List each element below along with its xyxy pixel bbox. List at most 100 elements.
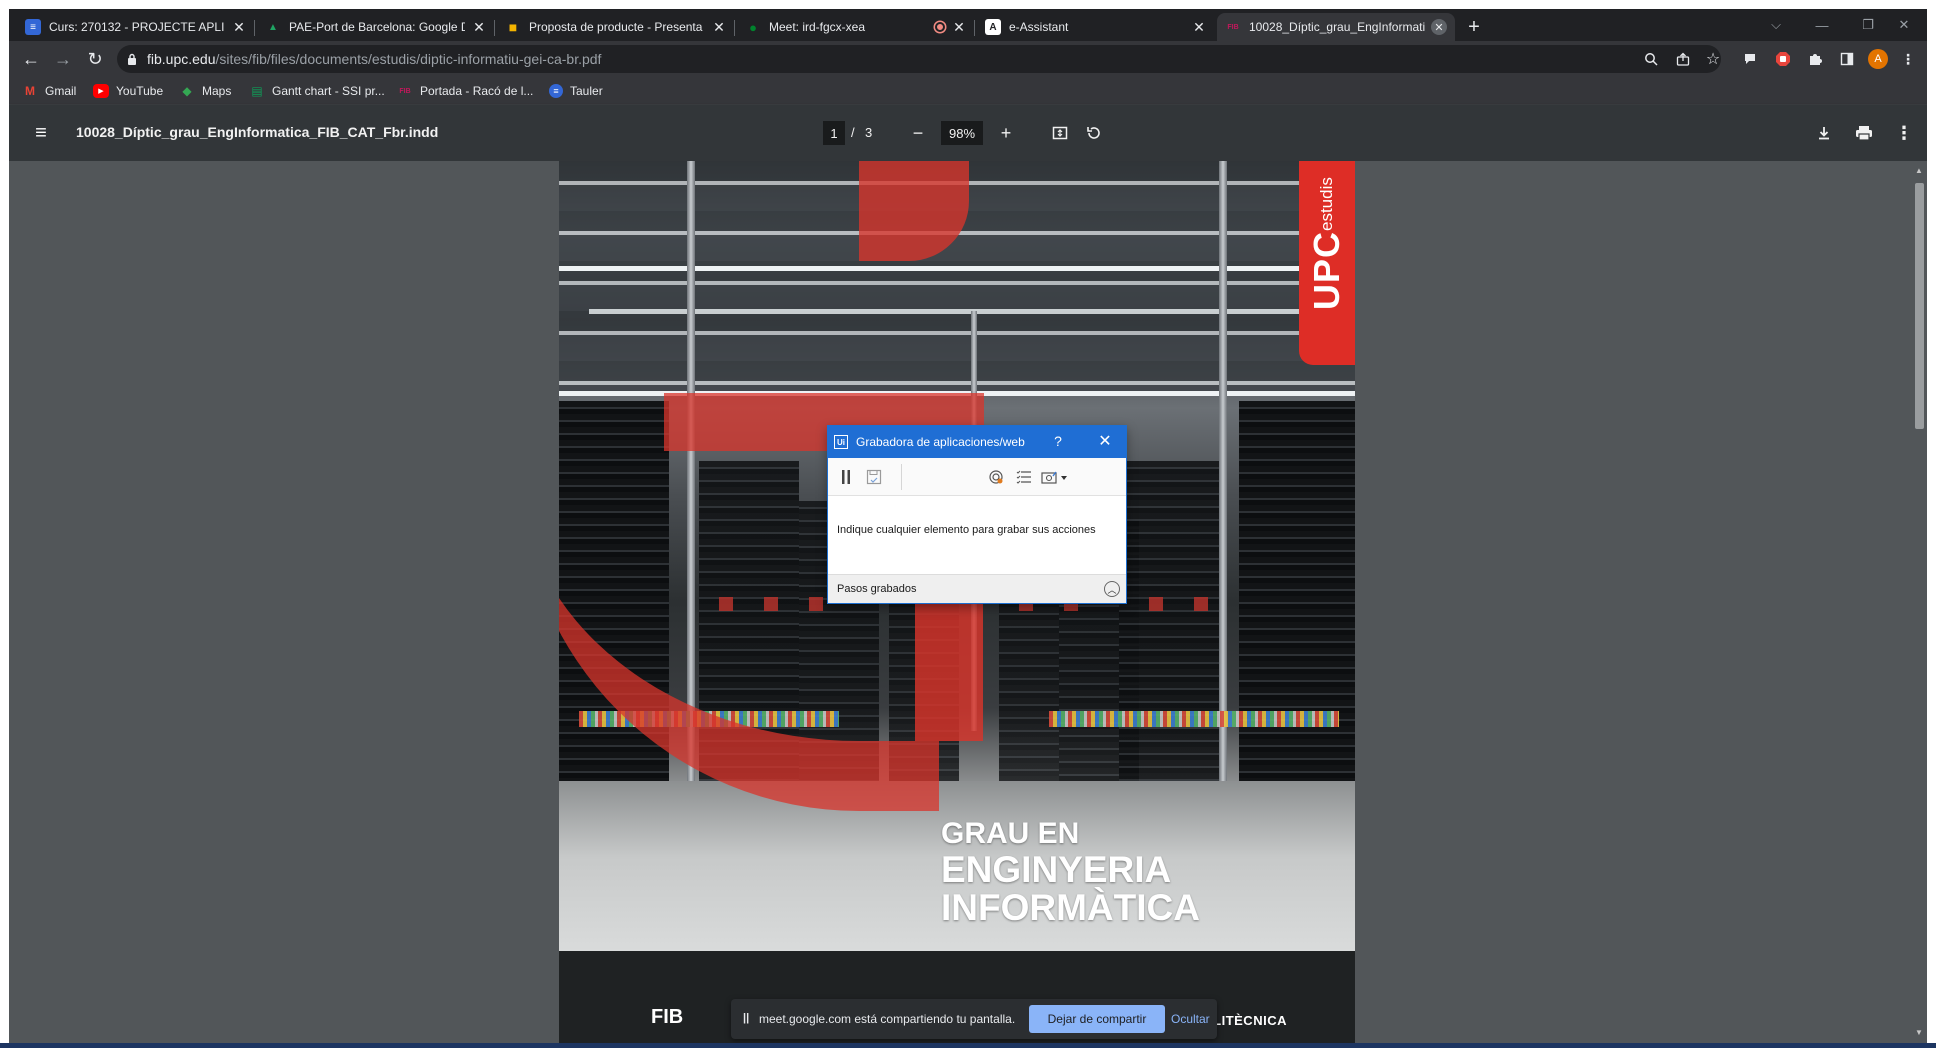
bookmarks-bar: M Gmail ▶ YouTube ◆ Maps ▤ Gantt chart -… [9,77,1927,105]
scroll-up-arrow-icon[interactable]: ▲ [1914,165,1924,175]
tab-search-button[interactable]: ⌵ [1753,9,1799,41]
tab-curs[interactable]: ≡ Curs: 270132 - PROJECTE APLICA ✕ [17,13,255,41]
cover-title-line3: INFORMÀTICA [941,887,1200,928]
close-tab-icon[interactable]: ✕ [471,19,487,35]
page-total: 3 [865,125,873,140]
screenshot-dropdown-icon[interactable] [1040,468,1070,486]
more-options-icon[interactable]: ⋮ [1892,121,1916,145]
tab-e-assistant[interactable]: A e-Assistant ✕ [977,13,1215,41]
scroll-down-arrow-icon[interactable]: ▼ [1914,1027,1924,1037]
back-button[interactable]: ← [19,47,43,71]
close-window-button[interactable]: ✕ [1881,9,1927,41]
tab-pae-drive[interactable]: ▲ PAE-Port de Barcelona: Google D ✕ [257,13,495,41]
tab-title: Curs: 270132 - PROJECTE APLICA [49,20,225,34]
lock-icon [127,53,139,65]
recorder-title: Grabadora de aplicaciones/web [856,435,1025,449]
uipath-logo-icon: Ui [834,435,848,449]
cover-title-line1: GRAU EN [941,817,1080,850]
chrome-menu-icon[interactable]: ⋮ [1899,50,1917,68]
google-meet-icon: ● [749,19,757,35]
tab-separator [494,20,495,36]
extension-chat-icon[interactable] [1741,50,1759,68]
taskbar-edge [0,1043,1936,1048]
tab-strip: ≡ Curs: 270132 - PROJECTE APLICA ✕ ▲ PAE… [9,9,1927,41]
pause-icon[interactable] [836,468,856,486]
close-tab-icon[interactable]: ✕ [1191,19,1207,35]
fib-logo: FIB [651,1006,684,1028]
hamburger-menu-icon[interactable]: ≡ [29,121,53,145]
zoom-icon[interactable] [1643,51,1659,67]
help-button[interactable]: ? [1050,433,1066,449]
forward-button[interactable]: → [51,47,75,71]
close-tab-icon[interactable]: ✕ [1431,19,1447,35]
upc-brand: UPC [1306,230,1347,310]
cover-red-dot [809,597,823,611]
tab-title: Proposta de producte - Presenta [529,20,703,34]
extensions-puzzle-icon[interactable] [1806,50,1824,68]
chevron-up-icon[interactable]: ︿ [1104,581,1120,597]
bookmark-raco[interactable]: FIB Portada - Racó de l... [397,82,533,100]
target-icon[interactable] [986,468,1006,486]
scrollbar-thumb[interactable] [1915,183,1924,429]
page-number-input[interactable]: 1 [823,121,845,145]
drag-handle-icon[interactable]: || [743,1012,749,1024]
zoom-in-button[interactable]: + [994,121,1018,145]
fit-to-page-icon[interactable] [1048,121,1072,145]
tauler-icon: ≡ [549,84,563,98]
save-icon[interactable] [864,468,884,486]
cover-light [589,309,1309,314]
tab-meet[interactable]: ● Meet: ird-fgcx-xea ✕ [737,13,975,41]
tab-separator [974,20,975,36]
rotate-icon[interactable] [1082,121,1106,145]
profile-avatar[interactable]: A [1868,49,1888,69]
cover-red-dot [719,597,733,611]
tab-title: e-Assistant [1009,20,1069,34]
bookmark-youtube[interactable]: ▶ YouTube [93,82,163,100]
cover-title-line2: ENGINYERIA [941,849,1172,890]
browser-toolbar: ← → ↻ fib.upc.edu /sites/fib/files/docum… [9,41,1927,77]
recorded-steps-panel[interactable]: Pasos grabados ︿ [828,574,1126,603]
google-drive-icon: ▲ [268,21,278,33]
zoom-out-button[interactable]: − [906,121,930,145]
tab-proposta[interactable]: ■ Proposta de producte - Presenta ✕ [497,13,735,41]
tab-separator [254,20,255,36]
share-icon[interactable] [1675,51,1691,67]
close-recorder-button[interactable]: ✕ [1096,431,1114,451]
bookmark-gantt[interactable]: ▤ Gantt chart - SSI pr... [249,82,384,100]
page-separator: / [851,125,855,140]
close-tab-icon[interactable]: ✕ [951,19,967,35]
hide-button[interactable]: Ocultar [1171,1012,1210,1026]
bookmark-star-icon[interactable]: ☆ [1705,51,1721,68]
screen-share-bar: || meet.google.com está compartiendo tu … [731,999,1217,1039]
tab-diptic-pdf[interactable]: FIB 10028_Díptic_grau_EngInformatic ✕ [1217,13,1455,41]
cover-red-dot [764,597,778,611]
gmail-icon: M [25,84,35,98]
bookmark-gmail[interactable]: M Gmail [22,82,76,100]
bookmark-tauler[interactable]: ≡ Tauler [549,82,603,100]
cover-light [559,266,1355,271]
recorder-toolbar [828,458,1126,496]
download-icon[interactable] [1812,121,1836,145]
address-bar[interactable]: fib.upc.edu /sites/fib/files/documents/e… [117,45,1721,73]
reload-button[interactable]: ↻ [83,47,107,71]
share-status-text: meet.google.com está compartiendo tu pan… [759,1012,1016,1026]
print-icon[interactable] [1852,121,1876,145]
e-assistant-icon: A [985,19,1001,35]
youtube-icon: ▶ [93,84,109,98]
close-tab-icon[interactable]: ✕ [711,19,727,35]
steps-list-icon[interactable] [1014,468,1034,486]
bookmark-label: Portada - Racó de l... [420,84,534,98]
pdf-title: 10028_Díptic_grau_EngInformatica_FIB_CAT… [76,124,439,140]
recorder-header[interactable]: Ui Grabadora de aplicaciones/web ? ✕ [828,426,1126,458]
minimize-button[interactable]: — [1799,9,1845,41]
tab-title: PAE-Port de Barcelona: Google D [289,20,465,34]
zoom-level-input[interactable]: 98% [941,121,983,145]
side-panel-icon[interactable] [1838,50,1856,68]
extension-adblock-icon[interactable] [1774,50,1792,68]
close-tab-icon[interactable]: ✕ [231,19,247,35]
stop-sharing-button[interactable]: Dejar de compartir [1029,1005,1165,1033]
vertical-scrollbar[interactable]: ▲ ▼ [1911,161,1927,1043]
new-tab-button[interactable]: + [1462,15,1486,39]
bookmark-maps[interactable]: ◆ Maps [179,82,231,100]
bookmark-label: Tauler [570,84,603,98]
